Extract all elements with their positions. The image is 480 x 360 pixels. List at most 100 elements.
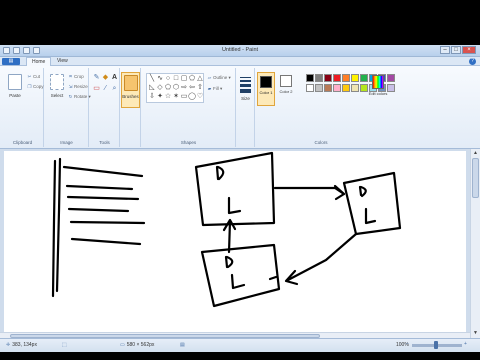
tools-group-label: Tools [99, 140, 110, 145]
help-icon[interactable]: ? [469, 58, 476, 65]
zoom-in-icon[interactable]: + [464, 341, 467, 347]
size-button[interactable]: Size [237, 72, 254, 108]
crop-icon: ⌗ [69, 74, 72, 79]
color2-swatch [280, 75, 292, 87]
resize-button[interactable]: ⇲ Resize [67, 82, 88, 91]
resize-icon: ⇲ [68, 84, 73, 89]
maximize-button[interactable]: □ [451, 46, 461, 54]
color2-label: Color 2 [279, 89, 293, 94]
box-b-d-glyph [358, 185, 367, 198]
box-c-mark [268, 275, 278, 281]
line-shape-icon[interactable]: ╲ [148, 75, 156, 83]
callout-oval-shape-icon[interactable]: ◯ [188, 93, 196, 101]
arrow-right-shape-icon[interactable]: ⇨ [180, 84, 188, 92]
ribbon: Paste ✂ Cut ❐Copy Clipboard Select ⌗ Crop … [0, 66, 480, 149]
heart-shape-icon[interactable]: ♡ [196, 93, 204, 101]
color-picker-icon[interactable]: ⁄ [101, 84, 110, 93]
palette-color-swatch[interactable] [351, 74, 359, 82]
rectangle-shape-icon[interactable]: □ [172, 75, 180, 83]
edit-colors-label: Edit colors [368, 91, 388, 96]
palette-color-swatch[interactable] [351, 84, 359, 92]
cut-button[interactable]: ✂ Cut [26, 72, 40, 81]
color1-button[interactable]: Color 1 [257, 72, 275, 106]
drawing-canvas[interactable] [4, 151, 466, 334]
copy-label: Copy [33, 84, 44, 89]
copy-button[interactable]: ❐Copy [26, 82, 44, 91]
paste-button[interactable]: Paste [4, 72, 26, 108]
palette-color-swatch[interactable] [342, 74, 350, 82]
magnifier-icon[interactable]: ⌕ [110, 84, 119, 93]
palette-color-swatch[interactable] [306, 74, 314, 82]
palette-color-swatch[interactable] [360, 84, 368, 92]
oval-shape-icon[interactable]: ○ [164, 75, 172, 83]
title-bar: Untitled - Paint – □ × [0, 45, 480, 57]
scroll-up-icon[interactable]: ▲ [472, 150, 479, 157]
crop-button[interactable]: ⌗ Crop [67, 72, 84, 81]
pencil-icon[interactable]: ✎ [92, 73, 101, 82]
arrow-down-shape-icon[interactable]: ⇩ [148, 93, 156, 101]
palette-color-swatch[interactable] [387, 84, 395, 92]
arrow-up-shape-icon[interactable]: ⇧ [196, 84, 204, 92]
palette-color-swatch[interactable] [324, 74, 332, 82]
vertical-scroll-thumb[interactable] [472, 158, 479, 198]
zoom-slider-knob[interactable] [434, 341, 438, 349]
rounded-rect-shape-icon[interactable]: ▢ [180, 75, 188, 83]
arrow-a-to-b-head [333, 184, 346, 201]
eraser-icon[interactable]: ▭ [92, 84, 101, 93]
clipboard-group: Paste ✂ Cut ❐Copy Clipboard [2, 68, 44, 147]
size-label: Size [241, 96, 250, 101]
image-group-label: Image [60, 140, 73, 145]
palette-color-swatch[interactable] [306, 84, 314, 92]
arrow-left-shape-icon[interactable]: ⇦ [188, 84, 196, 92]
outline-label: Outline ▾ [213, 75, 231, 80]
close-button[interactable]: × [462, 46, 476, 54]
hexagon-shape-icon[interactable]: ⬡ [172, 84, 180, 92]
diamond-shape-icon[interactable]: ◇ [156, 84, 164, 92]
zoom-out-icon[interactable]: − [406, 341, 409, 347]
star5-shape-icon[interactable]: ☆ [164, 93, 172, 101]
scroll-down-icon[interactable]: ▼ [472, 330, 479, 337]
box-c [200, 243, 281, 308]
outline-button[interactable]: ▱ Outline ▾ [206, 73, 231, 82]
palette-color-swatch[interactable] [333, 84, 341, 92]
color2-button[interactable]: Color 2 [277, 72, 295, 106]
document-line [69, 220, 146, 225]
document-spine-inner [55, 157, 62, 293]
text-tool-icon[interactable]: A [110, 73, 119, 82]
palette-color-swatch[interactable] [342, 84, 350, 92]
paint-menu-button[interactable]: ▤ [2, 58, 20, 65]
document-line [65, 184, 134, 191]
triangle-shape-icon[interactable]: △ [196, 75, 204, 83]
palette-color-swatch[interactable] [315, 84, 323, 92]
brushes-button[interactable]: Brushes [121, 72, 140, 108]
document-line [70, 237, 142, 246]
edit-colors-button[interactable]: Edit colors [368, 72, 388, 108]
right-triangle-shape-icon[interactable]: ◺ [148, 84, 156, 92]
fill-button[interactable]: ▰ Fill ▾ [206, 84, 223, 93]
palette-color-swatch[interactable] [387, 74, 395, 82]
box-c-d-glyph [224, 255, 234, 269]
palette-color-swatch[interactable] [360, 74, 368, 82]
rotate-button[interactable]: ↻ Rotate ▾ [67, 92, 91, 101]
select-button[interactable]: Select [46, 72, 68, 108]
star6-shape-icon[interactable]: ✶ [172, 93, 180, 101]
polygon-shape-icon[interactable]: ⬠ [188, 75, 196, 83]
fill-bucket-icon[interactable]: ◆ [101, 73, 110, 82]
window-title: Untitled - Paint [221, 47, 259, 53]
canvas-size-icon: ▭ [120, 342, 125, 348]
box-a-d-glyph [215, 165, 225, 181]
vertical-scrollbar[interactable]: ▲ ▼ [470, 149, 480, 338]
tab-home[interactable]: Home [26, 57, 52, 66]
curve-shape-icon[interactable]: ∿ [156, 75, 164, 83]
zoom-slider[interactable] [412, 341, 462, 349]
palette-color-swatch[interactable] [315, 74, 323, 82]
box-a-l-glyph [227, 196, 242, 215]
pentagon-shape-icon[interactable]: ⬠ [164, 84, 172, 92]
star4-shape-icon[interactable]: ✦ [156, 93, 164, 101]
palette-color-swatch[interactable] [333, 74, 341, 82]
resize-label: Resize [74, 84, 88, 89]
palette-color-swatch[interactable] [324, 84, 332, 92]
callout-rect-shape-icon[interactable]: ▭ [180, 93, 188, 101]
minimize-button[interactable]: – [440, 46, 450, 54]
tab-view[interactable]: View [52, 57, 73, 66]
